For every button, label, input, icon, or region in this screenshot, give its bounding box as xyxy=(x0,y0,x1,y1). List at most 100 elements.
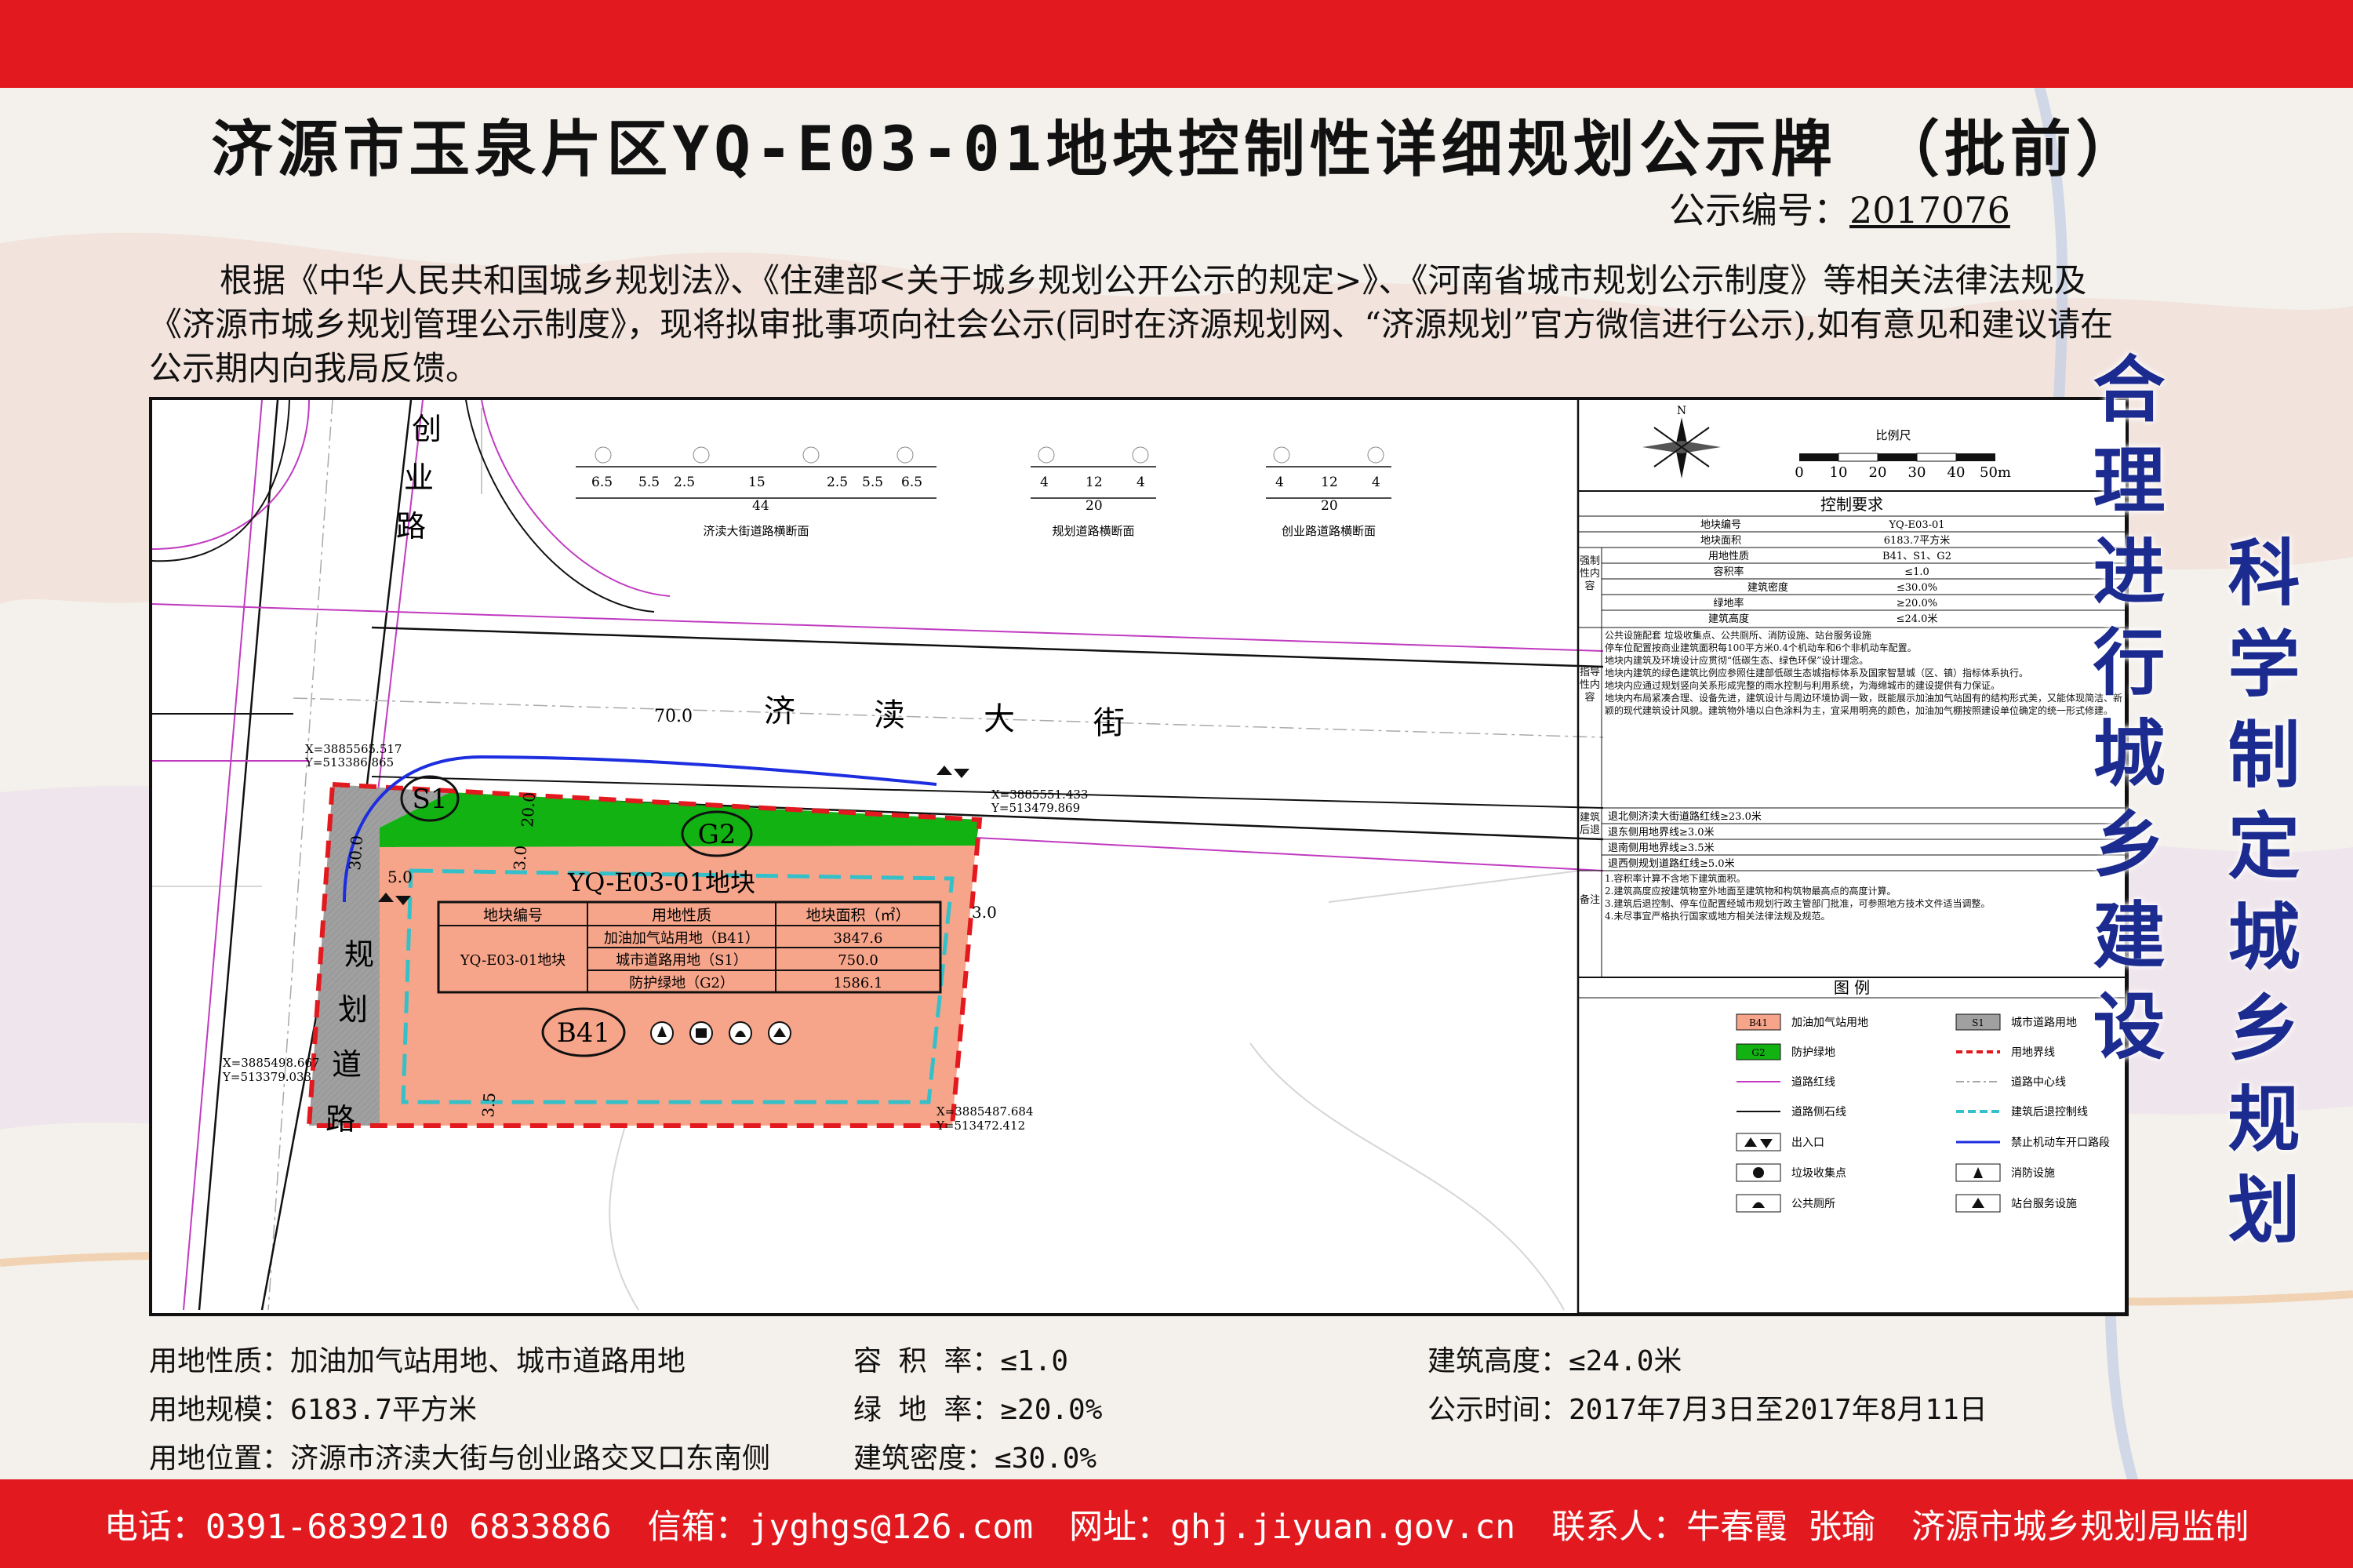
xs1-d2: 5.5 xyxy=(638,475,660,490)
xs2-total: 20 xyxy=(1086,498,1103,514)
mand-2-k: 容积率 xyxy=(1713,566,1744,578)
notice-number: 公示编号：2017076 xyxy=(1669,182,2010,234)
footer-contact: 联系人：牛春霞 张瑜 xyxy=(1551,1507,1876,1547)
ctrl-row-2-v: 6183.7平方米 xyxy=(1884,534,1951,547)
dim-5: 5.0 xyxy=(387,868,413,886)
slogan-left: 合理进行城乡建设 xyxy=(2081,351,2165,1079)
info-land-scale: 用地规模：6183.7平方米 xyxy=(149,1394,478,1426)
dim-3-bottom: 3.5 xyxy=(478,1092,499,1118)
parcel-g2 xyxy=(380,792,980,847)
dim-3-top: 3.0 xyxy=(510,845,530,871)
footer: 电话：0391-6839210 6833886 信箱：jyghgs@126.co… xyxy=(0,1479,2353,1568)
info-density: 建筑密度：≤30.0% xyxy=(853,1442,1097,1475)
label-g2: G2 xyxy=(698,819,736,850)
guide-content: 公共设施配套 垃圾收集点、公共厕所、消防设施、站台服务设施 停车位配置按商业建筑… xyxy=(1605,629,2122,717)
coord-3-x: X=3885498.667 xyxy=(223,1056,319,1070)
top-red-band xyxy=(0,0,2353,88)
xs1-total: 44 xyxy=(752,498,769,514)
parcel-table-header-2: 用地性质 xyxy=(652,907,711,924)
legend-redline: 道路红线 xyxy=(1791,1076,1835,1089)
legend-s1: 城市道路用地 xyxy=(2011,1016,2077,1029)
xs1-d5: 2.5 xyxy=(827,475,848,490)
parcel-table-row-1-use: 加油加气站用地（B41） xyxy=(604,930,759,947)
block-label: YQ-E03-01地块 xyxy=(567,868,755,897)
xs1-caption: 济渎大街道路横断面 xyxy=(703,524,809,538)
legend-station: 站台服务设施 xyxy=(2011,1198,2077,1210)
coord-2-y: Y=513479.869 xyxy=(991,801,1080,815)
guide-1: 公共设施配套 垃圾收集点、公共厕所、消防设施、站台服务设施 xyxy=(1605,630,1871,641)
coord-3-y: Y=513379.033 xyxy=(222,1070,311,1084)
road-chuangye-2: 业 xyxy=(404,460,434,495)
xs2-caption: 规划道路横断面 xyxy=(1052,524,1134,538)
legend-fire: 消防设施 xyxy=(2011,1167,2055,1180)
coord-4-y: Y=513472.412 xyxy=(936,1119,1025,1133)
scale-label: 比例尺 xyxy=(1875,428,1911,442)
xs3-d3: 4 xyxy=(1372,475,1380,490)
legend-code-b41: B41 xyxy=(1749,1017,1768,1028)
legend-code-g2: G2 xyxy=(1751,1047,1765,1058)
scale-tick-4: 40 xyxy=(1947,464,1966,481)
footer-phone: 电话：0391-6839210 6833886 xyxy=(104,1507,612,1547)
info-far: 容 积 率：≤1.0 xyxy=(853,1345,1069,1377)
intro-text: 根据《中华人民共和国城乡规划法》、《住建部<关于城乡规划公开公示的规定>》、《河… xyxy=(149,261,2114,387)
north-arrow: N xyxy=(1642,405,1721,478)
dim-30: 30.0 xyxy=(345,835,366,871)
slogan-right: 科学制定城乡规划 xyxy=(2216,535,2300,1263)
legend-g2: 防护绿地 xyxy=(1791,1046,1835,1059)
parcel-table-header-3: 地块面积（㎡） xyxy=(806,906,910,924)
coord-2-x: X=3885551.433 xyxy=(991,788,1088,802)
legend-boundary: 用地界线 xyxy=(2011,1046,2055,1059)
legend: 图 例 B41 加油加气站用地 S1 城市道路用地 G2 防护绿地 用地界线 道… xyxy=(1577,977,2126,1314)
footer-email: 信箱：jyghgs@126.com xyxy=(647,1507,1034,1547)
mandatory-label: 强制性内容 xyxy=(1579,555,1600,592)
dim-3-right: 3.0 xyxy=(972,903,997,922)
ctrl-row-2-k: 地块面积 xyxy=(1700,535,1741,547)
coord-4-x: X=3885487.684 xyxy=(936,1104,1033,1119)
mand-1-k: 用地性质 xyxy=(1708,551,1749,562)
road-chuangye-1: 创 xyxy=(412,412,442,446)
legend-toilet: 公共厕所 xyxy=(1791,1198,1835,1210)
guide-6: 地块内布局紧凑合理、设备先进，建筑设计与周边环境协调一致，既能展示加油加气站固有… xyxy=(1605,693,2122,716)
guide-2: 停车位配置按商业建筑面积每100平方米0.4个机动车和6个非机动车配置。 xyxy=(1605,642,1917,653)
page-title: 济源市玉泉片区YQ-E03-01地块控制性详细规划公示牌 （批前） xyxy=(211,115,2142,185)
notice-number-value: 2017076 xyxy=(1849,189,2010,231)
mand-1-v: B41、S1、G2 xyxy=(1882,551,1951,562)
footer-web: 网址：ghj.jiyuan.gov.cn xyxy=(1069,1507,1516,1547)
parcel-table-row-2-use: 城市道路用地（S1） xyxy=(616,952,747,969)
guide-3: 地块内建筑及环境设计应贯彻“低碳生态、绿色环保”设计理念。 xyxy=(1605,655,1869,666)
scale-bar: 比例尺 0 10 20 30 40 50m xyxy=(1795,428,2011,481)
setback-2: 退东侧用地界线≥3.0米 xyxy=(1608,827,1715,839)
xs2-d3: 4 xyxy=(1136,475,1145,490)
label-s1: S1 xyxy=(413,784,448,815)
ctrl-row-1-v: YQ-E03-01 xyxy=(1888,519,1944,531)
cross-section-chuangye: 4 12 4 20 创业路道路横断面 xyxy=(1266,446,1391,538)
notes-label: 备注 xyxy=(1579,894,1600,906)
note-2: 2.建筑高度应按建筑物室外地面至建筑物和构筑物最高点的高度计算。 xyxy=(1605,886,1897,897)
parcel-table-block-id: YQ-E03-01地块 xyxy=(460,952,566,969)
legend-code-s1: S1 xyxy=(1972,1017,1984,1028)
mand-4-v: ≥20.0% xyxy=(1897,598,1937,609)
road-chuangye-3: 路 xyxy=(396,509,426,544)
mand-3-v: ≤30.0% xyxy=(1897,582,1937,594)
parcel-table-row-1-area: 3847.6 xyxy=(834,930,883,947)
xs1-d1: 6.5 xyxy=(591,475,613,490)
scale-tick-0: 0 xyxy=(1795,464,1803,481)
xs2-d1: 4 xyxy=(1040,475,1049,490)
mand-5-k: 建筑高度 xyxy=(1708,613,1749,625)
info-period: 公示时间：2017年7月3日至2017年8月11日 xyxy=(1427,1394,1988,1426)
xs3-d1: 4 xyxy=(1275,475,1284,490)
scale-tick-1: 10 xyxy=(1830,464,1848,481)
plan-map: 地块编号 用地性质 地块面积（㎡） YQ-E03-01地块 加油加气站用地（B4… xyxy=(149,397,2129,1316)
coord-1-y: Y=513386.865 xyxy=(304,755,394,769)
parcel-table-row-3-use: 防护绿地（G2） xyxy=(629,975,734,991)
dim-20: 20.0 xyxy=(518,791,539,828)
setback-3: 退南侧用地界线≥3.5米 xyxy=(1608,842,1715,854)
xs1-d4: 15 xyxy=(748,475,766,490)
xs1-d6: 5.5 xyxy=(862,475,883,490)
mand-2-v: ≤1.0 xyxy=(1904,566,1929,578)
guide-5: 地块内应通过规划竖向关系形成完整的雨水控制与利用系统，为海绵城市的建设提供有力保… xyxy=(1605,680,2001,691)
control-title: 控制要求 xyxy=(1820,495,1883,514)
mand-4-k: 绿地率 xyxy=(1713,597,1744,609)
parcel-table-row-2-area: 750.0 xyxy=(838,952,878,969)
xs3-d2: 12 xyxy=(1321,475,1338,490)
